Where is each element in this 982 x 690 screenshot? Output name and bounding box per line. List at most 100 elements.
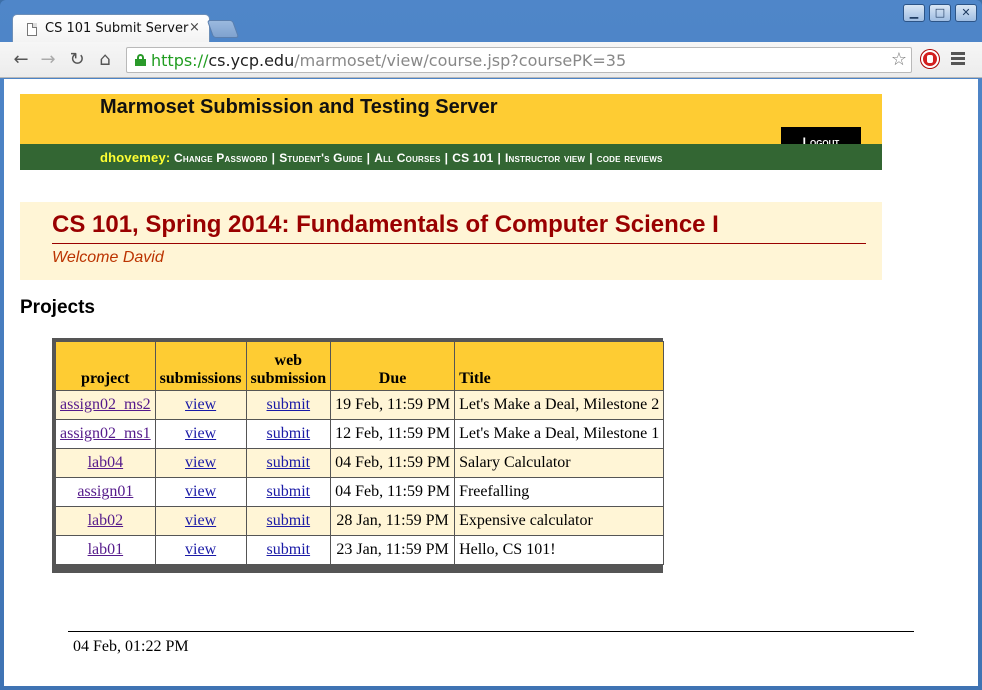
nav-bar: dhovemey: Change Password | Student's Guid… [20, 144, 882, 170]
url-text[interactable]: https://cs.ycp.edu/marmoset/view/course.… [151, 51, 626, 70]
nav-change-password[interactable]: Change Password [174, 151, 268, 165]
browser-tab[interactable]: CS 101 Submit Server × [12, 14, 210, 44]
nav-instructor-view[interactable]: Instructor view [505, 151, 585, 165]
nav-separator: | [497, 151, 501, 165]
col-project: project [56, 342, 155, 390]
col-web-submission-line1: web [274, 352, 303, 369]
nav-course[interactable]: CS 101 [452, 151, 493, 165]
submissions-cell: view [155, 420, 246, 448]
projects-table: project submissions web submission Due T… [55, 341, 665, 565]
due-cell: 28 Jan, 11:59 PM [331, 507, 455, 535]
table-row: assign02_ms2 view submit 19 Feb, 11:59 P… [56, 391, 664, 419]
new-tab-button[interactable] [206, 20, 240, 38]
project-link[interactable]: lab02 [88, 512, 124, 529]
submit-link[interactable]: submit [267, 483, 311, 500]
project-link[interactable]: assign02_ms2 [60, 396, 151, 413]
nav-students-guide[interactable]: Student's Guide [279, 151, 362, 165]
title-cell: Let's Make a Deal, Milestone 1 [455, 420, 664, 448]
forward-icon[interactable]: → [37, 49, 59, 71]
home-icon[interactable]: ⌂ [94, 49, 116, 71]
col-title: Title [455, 342, 664, 390]
course-banner: CS 101, Spring 2014: Fundamentals of Com… [20, 202, 882, 280]
table-header-row: project submissions web submission Due T… [56, 342, 664, 390]
view-link[interactable]: view [185, 541, 216, 558]
submit-link[interactable]: submit [267, 425, 311, 442]
table-row: assign02_ms1 view submit 12 Feb, 11:59 P… [56, 420, 664, 448]
nav-separator: | [589, 151, 593, 165]
address-bar[interactable]: https://cs.ycp.edu/marmoset/view/course.… [126, 47, 912, 73]
project-link[interactable]: assign01 [77, 483, 133, 500]
site-title: Marmoset Submission and Testing Server [100, 96, 498, 118]
view-link[interactable]: view [185, 454, 216, 471]
project-link[interactable]: lab04 [88, 454, 124, 471]
col-submissions: submissions [155, 342, 246, 390]
web-submission-cell: submit [246, 449, 331, 477]
col-web-submission: web submission [246, 342, 331, 390]
submit-link[interactable]: submit [267, 454, 311, 471]
due-cell: 12 Feb, 11:59 PM [331, 420, 455, 448]
username: dhovemey: [100, 150, 171, 165]
nav-all-courses[interactable]: All Courses [374, 151, 440, 165]
title-cell: Hello, CS 101! [455, 536, 664, 564]
title-cell: Freefalling [455, 478, 664, 506]
url-path: /marmoset/view/course.jsp?coursePK=35 [294, 51, 627, 70]
due-cell: 23 Jan, 11:59 PM [331, 536, 455, 564]
lock-icon [135, 54, 146, 66]
project-cell: assign02_ms1 [56, 420, 155, 448]
footer-timestamp: 04 Feb, 01:22 PM [73, 638, 189, 655]
reload-icon[interactable]: ↻ [66, 49, 88, 71]
due-cell: 04 Feb, 11:59 PM [331, 449, 455, 477]
course-title: CS 101, Spring 2014: Fundamentals of Com… [52, 211, 719, 238]
web-submission-cell: submit [246, 478, 331, 506]
submissions-cell: view [155, 478, 246, 506]
project-cell: assign02_ms2 [56, 391, 155, 419]
web-submission-cell: submit [246, 420, 331, 448]
table-row: lab01 view submit 23 Jan, 11:59 PM Hello… [56, 536, 664, 564]
view-link[interactable]: view [185, 512, 216, 529]
projects-heading: Projects [20, 297, 95, 318]
due-cell: 04 Feb, 11:59 PM [331, 478, 455, 506]
bookmark-star-icon[interactable]: ☆ [891, 49, 907, 70]
nav-code-reviews[interactable]: code reviews [597, 151, 663, 165]
web-submission-cell: submit [246, 536, 331, 564]
project-cell: lab01 [56, 536, 155, 564]
submit-link[interactable]: submit [267, 541, 311, 558]
browser-window: CS 101 Submit Server × ▁ □ ✕ ← → ↻ ⌂ htt… [0, 0, 982, 690]
close-window-button[interactable]: ✕ [955, 4, 977, 22]
nav-separator: | [444, 151, 449, 165]
submissions-cell: view [155, 391, 246, 419]
project-cell: lab04 [56, 449, 155, 477]
maximize-button[interactable]: □ [929, 4, 951, 22]
submissions-cell: view [155, 507, 246, 535]
divider [52, 243, 866, 244]
col-web-submission-line2: submission [250, 370, 327, 387]
page-content: Marmoset Submission and Testing Server L… [4, 79, 978, 686]
close-tab-icon[interactable]: × [189, 20, 200, 35]
project-cell: assign01 [56, 478, 155, 506]
url-host: cs.ycp.edu [208, 51, 295, 70]
nav-separator: | [271, 151, 276, 165]
submissions-cell: view [155, 449, 246, 477]
table-row: lab04 view submit 04 Feb, 11:59 PM Salar… [56, 449, 664, 477]
nav-links: dhovemey: Change Password | Student's Guid… [100, 150, 663, 165]
project-link[interactable]: lab01 [88, 541, 124, 558]
title-cell: Let's Make a Deal, Milestone 2 [455, 391, 664, 419]
browser-toolbar: ← → ↻ ⌂ https://cs.ycp.edu/marmoset/view… [0, 42, 982, 78]
submit-link[interactable]: submit [267, 396, 311, 413]
tab-strip: CS 101 Submit Server × ▁ □ ✕ [0, 0, 982, 44]
site-header: Marmoset Submission and Testing Server L… [20, 94, 882, 170]
back-icon[interactable]: ← [10, 49, 32, 71]
view-link[interactable]: view [185, 396, 216, 413]
submissions-cell: view [155, 536, 246, 564]
col-due: Due [331, 342, 455, 390]
view-link[interactable]: view [185, 425, 216, 442]
view-link[interactable]: view [185, 483, 216, 500]
submit-link[interactable]: submit [267, 512, 311, 529]
tab-title: CS 101 Submit Server [45, 21, 189, 36]
projects-table-frame: project submissions web submission Due T… [52, 338, 665, 573]
url-scheme: https:// [151, 51, 209, 70]
adblock-icon[interactable] [921, 50, 939, 68]
project-link[interactable]: assign02_ms1 [60, 425, 151, 442]
minimize-button[interactable]: ▁ [903, 4, 925, 22]
menu-icon[interactable] [951, 52, 965, 66]
